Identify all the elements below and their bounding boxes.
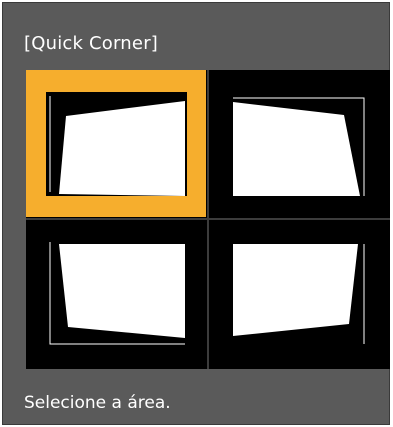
quick-corner-dialog: [Quick Corner] Selecione a área. [2, 2, 390, 425]
dialog-title: [Quick Corner] [24, 33, 159, 54]
area-top-left[interactable] [26, 70, 206, 217]
keystone-bottom-right-icon [233, 244, 365, 344]
keystone-bottom-left-icon [49, 242, 185, 345]
area-top-right[interactable] [209, 70, 389, 217]
area-selection-grid [26, 70, 390, 369]
instruction-text: Selecione a área. [24, 393, 171, 413]
keystone-top-left-icon [46, 92, 187, 196]
area-bottom-left[interactable] [26, 220, 206, 367]
grid-divider-horizontal [26, 218, 390, 220]
keystone-top-right-icon [233, 97, 365, 196]
area-bottom-right[interactable] [209, 220, 389, 367]
